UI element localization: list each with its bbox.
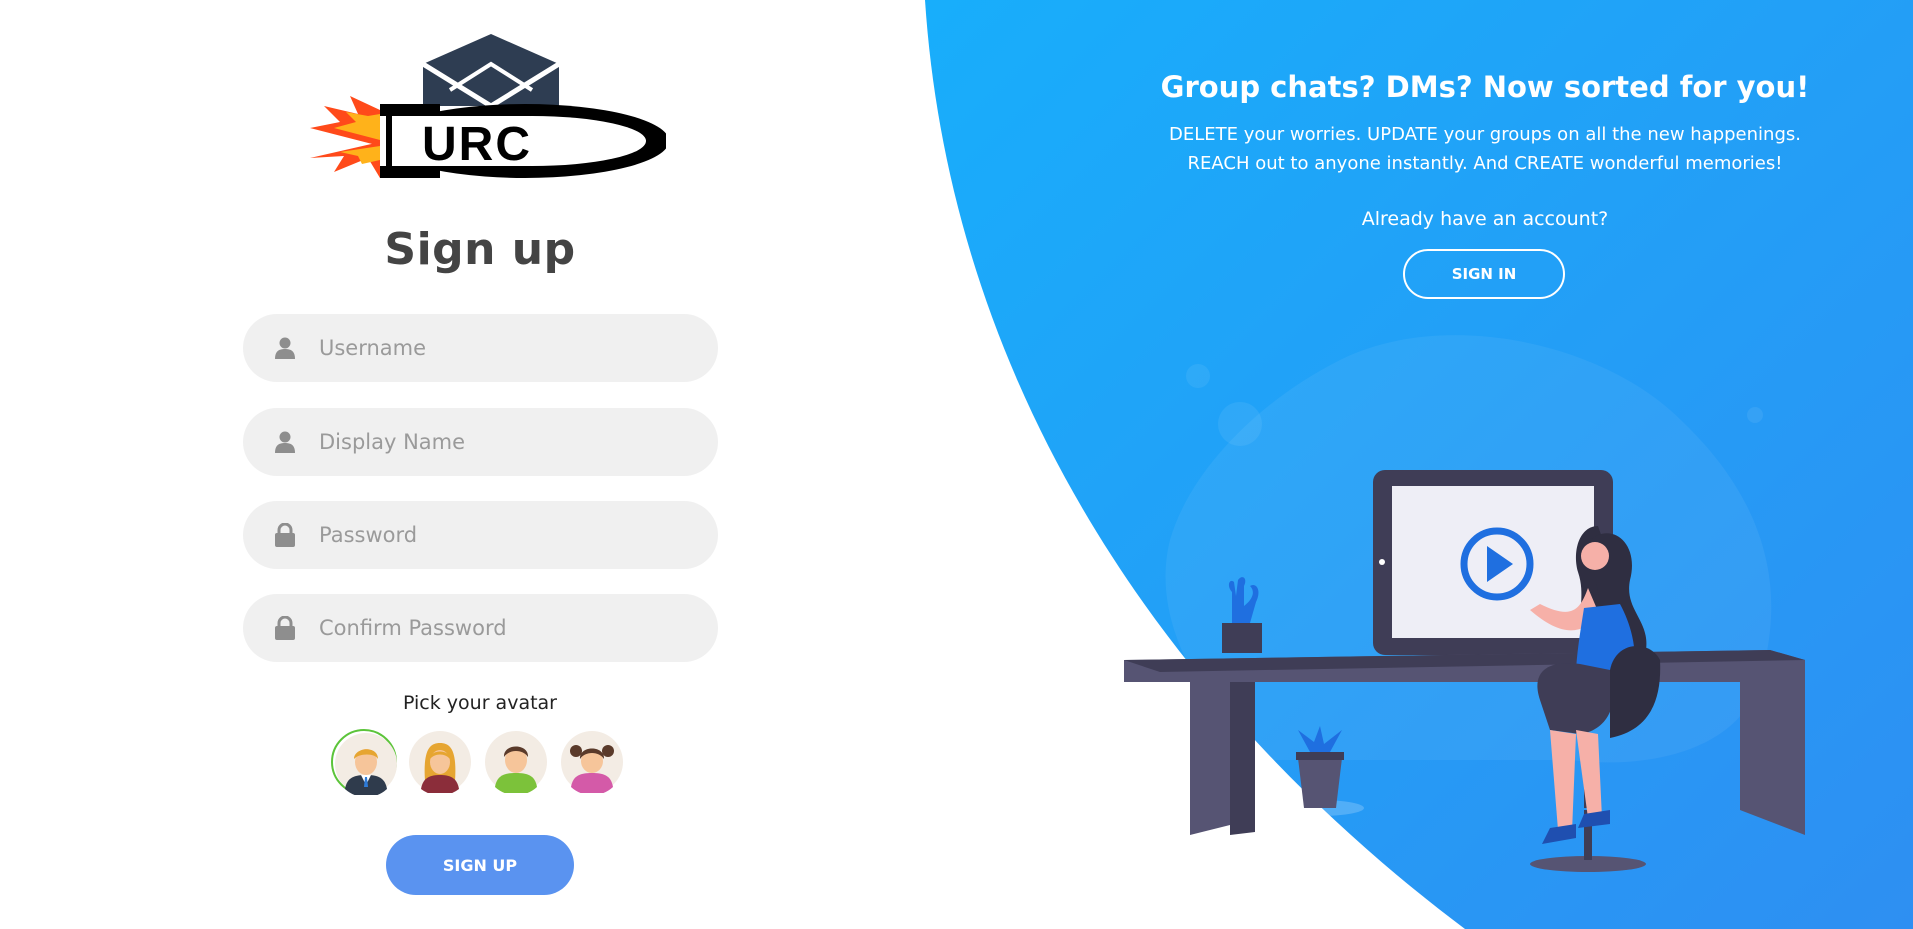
page-title: Sign up [384, 224, 576, 275]
already-have-account-text: Already have an account? [1361, 208, 1609, 230]
promo-line-2: REACH out to anyone instantly. And CREAT… [1187, 153, 1783, 174]
woman-avatar[interactable] [407, 729, 473, 795]
promo-line-1: DELETE your worries. UPDATE your groups … [1169, 124, 1801, 145]
confirm-password-field-wrapper[interactable] [243, 594, 718, 662]
girl-avatar[interactable] [559, 729, 625, 795]
man-avatar[interactable] [331, 729, 397, 795]
password-input[interactable] [319, 523, 699, 547]
app-logo: URC [310, 30, 669, 186]
password-field-wrapper[interactable] [243, 501, 718, 569]
logo-text: URC [422, 118, 532, 171]
avatar-picker [331, 729, 631, 797]
promo-description: DELETE your worries. UPDATE your groups … [1110, 120, 1860, 178]
boy-avatar[interactable] [483, 729, 549, 795]
signin-button[interactable]: SIGN IN [1403, 249, 1565, 299]
avatar-picker-label: Pick your avatar [402, 692, 557, 714]
username-field-wrapper[interactable] [243, 314, 718, 382]
user-icon [273, 336, 297, 360]
signup-button[interactable]: SIGN UP [386, 835, 574, 895]
promo-headline: Group chats? DMs? Now sorted for you! [1160, 70, 1810, 104]
lock-icon [273, 523, 297, 547]
display-name-input[interactable] [319, 430, 699, 454]
lock-icon [273, 616, 297, 640]
username-input[interactable] [319, 336, 699, 360]
display-name-field-wrapper[interactable] [243, 408, 718, 476]
confirm-password-input[interactable] [319, 616, 699, 640]
desk-illustration [1110, 320, 1830, 920]
user-icon [273, 430, 297, 454]
